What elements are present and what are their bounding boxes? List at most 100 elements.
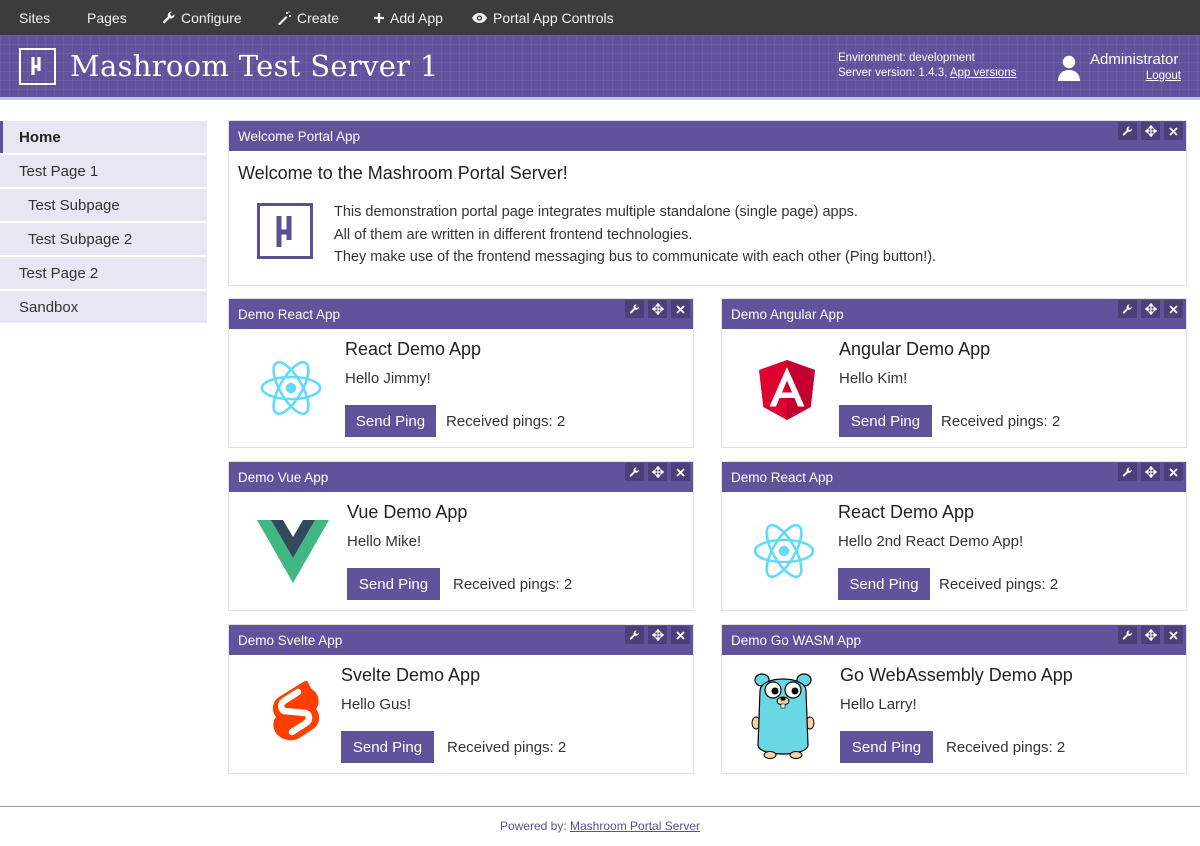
add-app-menu[interactable]: Add App [373, 0, 443, 35]
configure-app-button[interactable] [625, 626, 644, 644]
sidebar-item-label: Test Page 1 [19, 162, 99, 180]
configure-menu[interactable]: Configure [162, 0, 242, 35]
angular-logo-icon [759, 360, 815, 420]
configure-menu-label: Configure [181, 9, 242, 26]
wrench-icon [1122, 467, 1132, 477]
sidebar-item-home[interactable]: Home [0, 121, 207, 153]
configure-app-button[interactable] [625, 463, 644, 481]
wrench-icon [1122, 304, 1132, 314]
received-pings: Received pings: 2 [939, 576, 1059, 593]
move-arrows-icon [1144, 303, 1157, 315]
app-controls [1114, 122, 1183, 140]
send-ping-button[interactable]: Send Ping [839, 405, 932, 437]
sidebar-item-label: Home [19, 128, 61, 146]
app-header-title: Demo Svelte App [238, 632, 343, 648]
site-header: Mashroom Test Server 1 Environment: deve… [0, 35, 1200, 100]
remove-app-button[interactable] [1164, 463, 1183, 481]
app-header-title: Demo Vue App [238, 469, 329, 485]
configure-app-button[interactable] [1118, 626, 1137, 644]
close-icon [676, 630, 685, 640]
wrench-icon [629, 630, 639, 640]
sites-menu-label: Sites [19, 9, 51, 26]
create-menu-label: Create [297, 9, 340, 26]
mashroom-logo-icon [31, 57, 41, 75]
app-header: Demo Go WASM App [722, 625, 1186, 655]
app-header-title: Demo React App [731, 469, 834, 485]
app-header: Demo Angular App [722, 299, 1186, 329]
move-app-button[interactable] [1141, 463, 1160, 481]
sidebar-item-test-page-2[interactable]: Test Page 2 [0, 257, 207, 289]
remove-app-button[interactable] [1164, 300, 1183, 318]
portal-app-controls-label: Portal App Controls [493, 9, 614, 26]
app-greeting: Hello 2nd React Demo App! [838, 533, 1024, 550]
sidebar-item-sandbox[interactable]: Sandbox [0, 291, 207, 323]
server-version-label: Server version: 1.4.3, [838, 67, 950, 79]
app-versions-link[interactable]: App versions [950, 67, 1016, 79]
welcome-portal-app: Welcome Portal App Welcome to the Mashro… [228, 120, 1187, 286]
app-controls [621, 300, 690, 318]
configure-app-button[interactable] [1118, 300, 1137, 318]
app-controls [1114, 300, 1183, 318]
configure-app-button[interactable] [1118, 122, 1137, 140]
app-controls [621, 626, 690, 644]
sidebar-item-label: Sandbox [19, 298, 79, 316]
sidebar-item-test-subpage[interactable]: Test Subpage [0, 189, 207, 221]
wrench-icon [162, 11, 175, 23]
sites-menu[interactable]: Sites [19, 0, 50, 35]
sidebar-item-test-subpage-2[interactable]: Test Subpage 2 [0, 223, 207, 255]
wrench-icon [629, 467, 639, 477]
received-pings: Received pings: 2 [946, 739, 1066, 756]
remove-app-button[interactable] [1164, 626, 1183, 644]
move-arrows-icon [1144, 466, 1157, 478]
logout-link[interactable]: Logout [1146, 70, 1181, 82]
send-ping-button[interactable]: Send Ping [345, 405, 436, 437]
portal-app-controls-toggle[interactable]: Portal App Controls [471, 0, 614, 35]
create-menu[interactable]: Create [277, 0, 339, 35]
remove-app-button[interactable] [1164, 122, 1183, 140]
demo-react-app-2: Demo React App React Demo App Hello 2nd … [721, 461, 1187, 611]
go-gopher-icon [751, 673, 815, 759]
user-name: Administrator [1090, 51, 1179, 68]
mashroom-portal-server-link[interactable]: Mashroom Portal Server [570, 819, 700, 833]
sidebar-item-test-page-1[interactable]: Test Page 1 [0, 155, 207, 187]
move-app-button[interactable] [648, 463, 667, 481]
close-icon [1169, 467, 1178, 477]
move-arrows-icon [1144, 125, 1157, 137]
wrench-icon [1122, 126, 1132, 136]
configure-app-button[interactable] [1118, 463, 1137, 481]
remove-app-button[interactable] [671, 463, 690, 481]
remove-app-button[interactable] [671, 300, 690, 318]
footer-divider [0, 806, 1200, 807]
react-logo-icon [753, 523, 815, 579]
received-pings: Received pings: 2 [453, 576, 573, 593]
app-greeting: Hello Mike! [347, 533, 422, 550]
move-app-button[interactable] [1141, 122, 1160, 140]
app-header: Welcome Portal App [229, 121, 1186, 151]
move-app-button[interactable] [1141, 300, 1160, 318]
app-header: Demo Svelte App [229, 625, 693, 655]
send-ping-button[interactable]: Send Ping [838, 568, 930, 600]
site-logo[interactable] [19, 48, 56, 85]
move-app-button[interactable] [1141, 626, 1160, 644]
powered-by-label: Powered by: [499, 819, 570, 833]
wrench-icon [1122, 630, 1132, 640]
send-ping-button[interactable]: Send Ping [347, 568, 440, 600]
app-controls [1114, 626, 1183, 644]
move-app-button[interactable] [648, 626, 667, 644]
send-ping-button[interactable]: Send Ping [840, 731, 933, 763]
app-title: Go WebAssembly Demo App [840, 665, 1073, 685]
welcome-title: Welcome to the Mashroom Portal Server! [238, 163, 568, 183]
pages-menu[interactable]: Pages [87, 0, 127, 35]
server-version: Server version: 1.4.3, App versions [838, 66, 1016, 81]
app-header-title: Demo React App [238, 306, 341, 322]
app-header-title: Demo Angular App [731, 306, 844, 322]
send-ping-button[interactable]: Send Ping [341, 731, 434, 763]
sidebar-item-label: Test Subpage [28, 196, 120, 214]
pages-menu-label: Pages [87, 9, 127, 26]
move-app-button[interactable] [648, 300, 667, 318]
app-controls [1114, 463, 1183, 481]
svelte-logo-icon [272, 680, 320, 741]
configure-app-button[interactable] [625, 300, 644, 318]
close-icon [1169, 630, 1178, 640]
remove-app-button[interactable] [671, 626, 690, 644]
